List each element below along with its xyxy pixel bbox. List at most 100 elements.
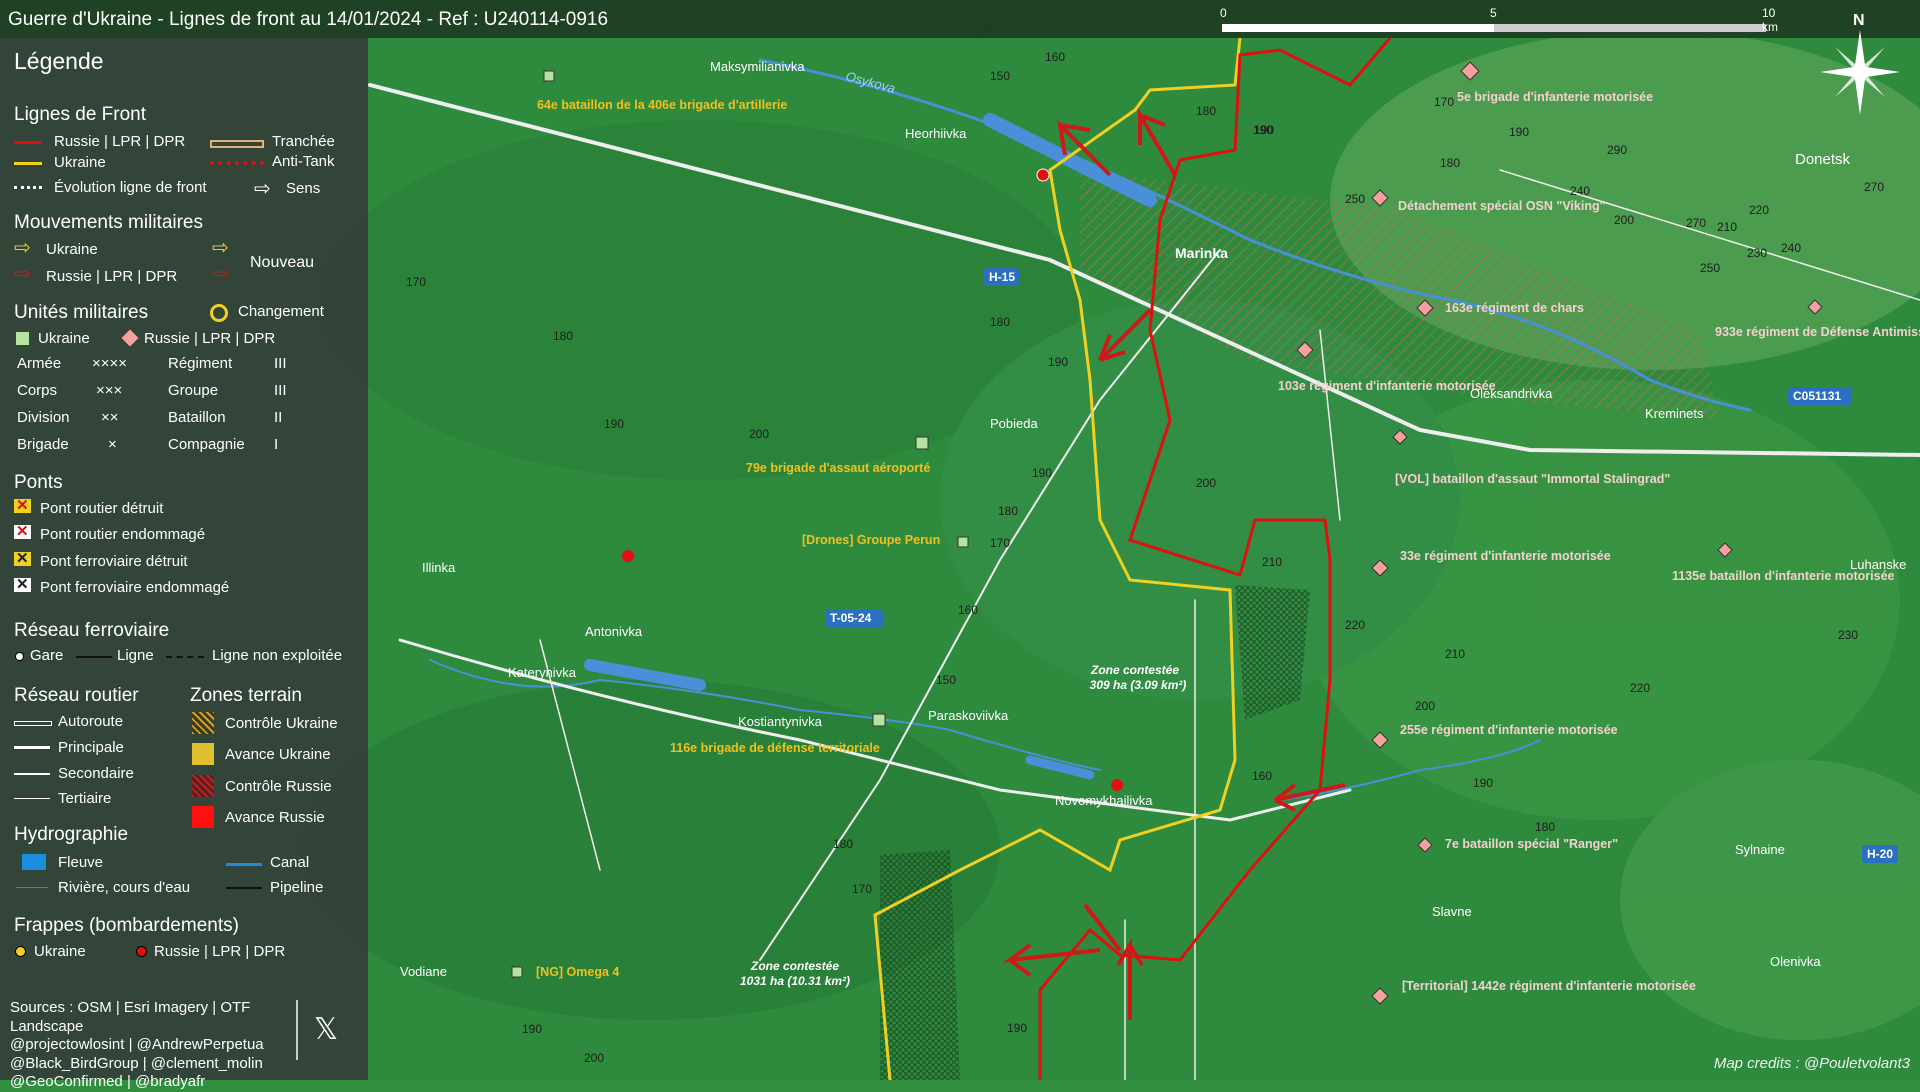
echelon-symbol: ××× bbox=[96, 382, 123, 399]
zone-contested-area: 1031 ha (10.31 km²) bbox=[740, 974, 850, 988]
ukraine-unit-icon bbox=[16, 332, 29, 345]
scale-tick: 5 bbox=[1490, 6, 1497, 20]
echelon-symbol: ×××× bbox=[92, 355, 128, 372]
road-bridge-destroyed-icon: ✕ bbox=[14, 497, 31, 514]
place-label: Maksymilianivka bbox=[710, 59, 805, 74]
scale-bar: 0 5 10 km bbox=[1220, 4, 1782, 34]
place-label: Vodiane bbox=[400, 964, 447, 979]
legend-item: Canal bbox=[270, 854, 310, 871]
elevation-label: 190 bbox=[1473, 776, 1493, 790]
elevation-label: 170 bbox=[852, 882, 872, 896]
strike-ukraine-icon bbox=[15, 946, 26, 957]
place-label: Donetsk bbox=[1795, 151, 1851, 168]
echelon-label: Compagnie bbox=[168, 436, 245, 453]
zone-russia-control-swatch bbox=[192, 775, 214, 797]
road-bridge-damaged-icon: ✕ bbox=[14, 523, 31, 540]
echelon-symbol: III bbox=[274, 355, 287, 372]
legend-item: Anti-Tank bbox=[272, 153, 335, 170]
echelon-label: Armée bbox=[17, 355, 62, 372]
legend-item: Ukraine bbox=[46, 241, 98, 258]
place-label: Marinka bbox=[1175, 245, 1228, 261]
place-label: Slavne bbox=[1432, 904, 1472, 919]
legend-item: Autoroute bbox=[58, 713, 124, 730]
legend-item: Changement bbox=[238, 303, 324, 320]
place-label: Illinka bbox=[422, 560, 456, 575]
legend-item: Ukraine bbox=[54, 154, 106, 171]
legend-item: Secondaire bbox=[58, 765, 134, 782]
elevation-label: 160 bbox=[1045, 50, 1065, 64]
legend-swatch bbox=[226, 887, 262, 889]
russia-unit-label: 1135e bataillon d'infanterie motorisée bbox=[1672, 569, 1895, 583]
echelon-symbol: II bbox=[274, 409, 283, 426]
map-title: Guerre d'Ukraine - Lignes de front au 14… bbox=[8, 9, 609, 30]
legend-swatch bbox=[14, 162, 42, 165]
elevation-label: 220 bbox=[1345, 618, 1365, 632]
echelon-symbol: × bbox=[108, 436, 117, 453]
zone-ukraine-advance-swatch bbox=[192, 743, 214, 765]
legend-item: Ligne non exploitée bbox=[212, 647, 343, 664]
legend-item: Pont routier détruit bbox=[40, 500, 164, 517]
compass-icon: N bbox=[1820, 12, 1900, 115]
zone-russia-advance-swatch bbox=[192, 806, 214, 828]
elevation-label: 270 bbox=[1864, 180, 1884, 194]
ukraine-control-zone-south bbox=[880, 850, 960, 1080]
legend-item: Russie | LPR | DPR bbox=[46, 268, 178, 285]
zone-contested-label: Zone contestée bbox=[750, 959, 839, 973]
elevation-label: 150 bbox=[936, 673, 956, 687]
place-label: Olenivka bbox=[1770, 954, 1821, 969]
legend-movements-title: Mouvements militaires bbox=[14, 212, 203, 233]
elevation-label: 180 bbox=[1535, 820, 1555, 834]
elevation-label: 200 bbox=[1196, 476, 1216, 490]
sources: Sources : OSM | Esri Imagery | OTF Lands… bbox=[10, 999, 300, 1092]
russia-unit-label: [VOL] bataillon d'assaut "Immortal Stali… bbox=[1395, 472, 1670, 486]
source-line: @projectowlosint | @AndrewPerpetua bbox=[10, 1036, 264, 1053]
rail-bridge-destroyed-icon: ✕ bbox=[14, 550, 31, 567]
legend-bridges-title: Ponts bbox=[14, 472, 63, 493]
legend-swatch bbox=[14, 773, 50, 775]
legend-swatch bbox=[166, 656, 204, 658]
elevation-label: 190 bbox=[522, 1022, 542, 1036]
place-label: Antonivka bbox=[585, 624, 643, 639]
legend-item: Nouveau bbox=[250, 254, 315, 271]
elevation-label: 190 bbox=[1509, 125, 1529, 139]
legend-item: Russie | LPR | DPR bbox=[54, 133, 186, 150]
x-logo-icon[interactable]: 𝕏 bbox=[296, 1000, 354, 1060]
legend-item: Russie | LPR | DPR bbox=[154, 943, 286, 960]
russia-unit-label: [Territorial] 1442e régiment d'infanteri… bbox=[1402, 979, 1696, 993]
legend-swatch bbox=[14, 746, 50, 749]
elevation-label: 180 bbox=[833, 837, 853, 851]
legend-title: Légende bbox=[14, 48, 104, 74]
change-circle-icon bbox=[210, 304, 228, 322]
elevation-label: 210 bbox=[1445, 647, 1465, 661]
ukraine-unit-label: [Drones] Groupe Perun bbox=[802, 533, 940, 547]
legend-swatch bbox=[14, 798, 50, 799]
map-credits: Map credits : @Pouletvolant3 bbox=[1713, 1055, 1910, 1072]
road-shield-h15: H-15 bbox=[989, 270, 1015, 284]
elevation-label: 250 bbox=[1345, 192, 1365, 206]
arrow-right-icon: ⇨ bbox=[254, 178, 271, 200]
place-label: Kostiantynivka bbox=[738, 714, 823, 729]
russia-unit-label: 163e régiment de chars bbox=[1445, 301, 1584, 315]
place-label: Paraskoviivka bbox=[928, 708, 1009, 723]
source-line: @GeoConfirmed | @bradyafr bbox=[10, 1073, 206, 1090]
legend-zones-title: Zones terrain bbox=[190, 685, 302, 706]
legend-item: Pont ferroviaire endommagé bbox=[40, 579, 230, 596]
elevation-label: 190 bbox=[1048, 355, 1068, 369]
source-line: @Black_BirdGroup | @clement_molin bbox=[10, 1054, 263, 1072]
elevation-label: 180 bbox=[1440, 156, 1460, 170]
elevation-label: 240 bbox=[1570, 184, 1590, 198]
station-icon bbox=[15, 652, 24, 661]
russia-unit-label: Détachement spécial OSN "Viking" bbox=[1398, 199, 1606, 213]
place-label: Kreminets bbox=[1645, 406, 1704, 421]
scale-tick: 0 bbox=[1220, 6, 1227, 20]
legend-swatch bbox=[226, 863, 262, 866]
arrow-new-ukraine-icon: ⇨ bbox=[212, 237, 229, 259]
ukraine-control-zone-north bbox=[1235, 585, 1310, 720]
legend-swatch bbox=[14, 141, 42, 144]
elevation-label: 210 bbox=[1717, 220, 1737, 234]
elevation-label: 190 bbox=[604, 417, 624, 431]
legend-rail-title: Réseau ferroviaire bbox=[14, 620, 170, 641]
legend-item: Avance Ukraine bbox=[225, 746, 331, 763]
legend-swatch bbox=[210, 161, 264, 165]
legend-item: Pipeline bbox=[270, 879, 324, 896]
